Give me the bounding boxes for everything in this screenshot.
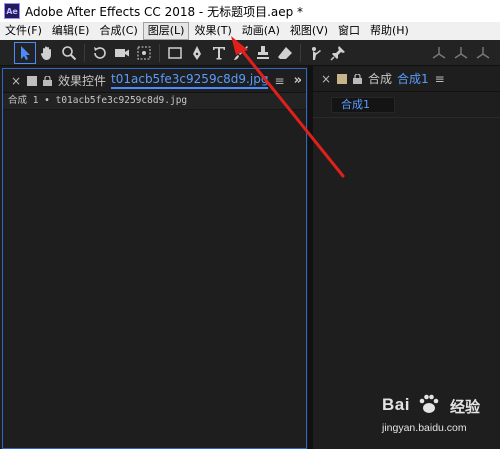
menu-file[interactable]: 文件(F) — [0, 23, 47, 39]
watermark-jingyan: 经验 — [450, 398, 481, 416]
composition-color-swatch — [337, 73, 347, 84]
tab-file-name: t01acb5fe3c9259c8d9.jpg — [111, 72, 269, 89]
effect-breadcrumb: 合成 1 • t01acb5fe3c9259c8d9.jpg — [3, 93, 306, 110]
menu-composition[interactable]: 合成(C) — [94, 23, 142, 39]
tab-effect-controls-label: 效果控件 — [58, 74, 107, 88]
tab-composition-name: 合成1 — [397, 72, 429, 86]
menu-help[interactable]: 帮助(H) — [365, 23, 414, 39]
rectangle-tool-icon[interactable] — [164, 42, 186, 64]
paw-icon — [419, 394, 439, 413]
menu-edit[interactable]: 编辑(E) — [47, 23, 95, 39]
clone-stamp-tool-icon[interactable] — [252, 42, 274, 64]
tab-composition-label: 合成 — [368, 72, 393, 86]
effect-controls-panel: × 效果控件 t01acb5fe3c9259c8d9.jpg ≡ » 合成 1 … — [2, 68, 307, 449]
panel-color-swatch — [27, 75, 37, 86]
brush-tool-icon[interactable] — [230, 42, 252, 64]
title-bar: Ae Adobe After Effects CC 2018 - 无标题项目.a… — [0, 0, 500, 22]
menu-layer[interactable]: 图层(L) — [142, 22, 190, 40]
rotate-tool-icon[interactable] — [89, 42, 111, 64]
tools-toolbar — [0, 40, 500, 66]
axis-view-icon[interactable] — [472, 42, 494, 64]
camera-tool-icon[interactable] — [111, 42, 133, 64]
selection-tool-icon[interactable] — [14, 41, 36, 64]
menu-window[interactable]: 窗口 — [333, 23, 365, 39]
menu-animation[interactable]: 动画(A) — [237, 23, 285, 39]
panel-menu-icon[interactable]: ≡ — [435, 72, 445, 86]
axis-local-icon[interactable] — [428, 42, 450, 64]
zoom-tool-icon[interactable] — [58, 42, 80, 64]
menu-effect[interactable]: 效果(T) — [189, 23, 236, 39]
composition-panel: × 合成 合成1 ≡ 合成1 — [313, 66, 500, 449]
effect-controls-tab[interactable]: × 效果控件 t01acb5fe3c9259c8d9.jpg ≡ » — [3, 69, 306, 93]
axis-world-icon[interactable] — [450, 42, 472, 64]
menu-bar: 文件(F) 编辑(E) 合成(C) 图层(L) 效果(T) 动画(A) 视图(V… — [0, 22, 500, 40]
after-effects-logo: Ae — [4, 3, 20, 19]
menu-view[interactable]: 视图(V) — [285, 23, 333, 39]
lock-icon[interactable] — [43, 75, 52, 86]
type-tool-icon[interactable] — [208, 42, 230, 64]
puppet-pin-tool-icon[interactable] — [327, 42, 349, 64]
pen-tool-icon[interactable] — [186, 42, 208, 64]
hand-tool-icon[interactable] — [36, 42, 58, 64]
composition-tab[interactable]: × 合成 合成1 ≡ — [313, 66, 500, 92]
toolbar-separator — [300, 43, 301, 62]
composition-chip[interactable]: 合成1 — [331, 97, 395, 113]
watermark-brand: Bai — [382, 395, 410, 414]
baidu-jingyan-watermark: Bai 经验 jingyan.baidu.com — [382, 394, 498, 447]
panel-menu-icon[interactable]: ≡ — [274, 74, 284, 88]
watermark-url: jingyan.baidu.com — [382, 422, 467, 434]
eraser-tool-icon[interactable] — [274, 42, 296, 64]
toolbar-separator — [159, 43, 160, 62]
toolbar-separator — [84, 43, 85, 62]
roto-brush-tool-icon[interactable] — [305, 42, 327, 64]
window-title: Adobe After Effects CC 2018 - 无标题项目.aep … — [25, 4, 304, 19]
double-chevron-right-icon[interactable]: » — [294, 73, 302, 88]
lock-icon[interactable] — [353, 73, 362, 84]
close-icon[interactable]: × — [9, 74, 23, 88]
pan-behind-tool-icon[interactable] — [133, 42, 155, 64]
divider — [313, 117, 500, 118]
close-icon[interactable]: × — [319, 72, 333, 86]
